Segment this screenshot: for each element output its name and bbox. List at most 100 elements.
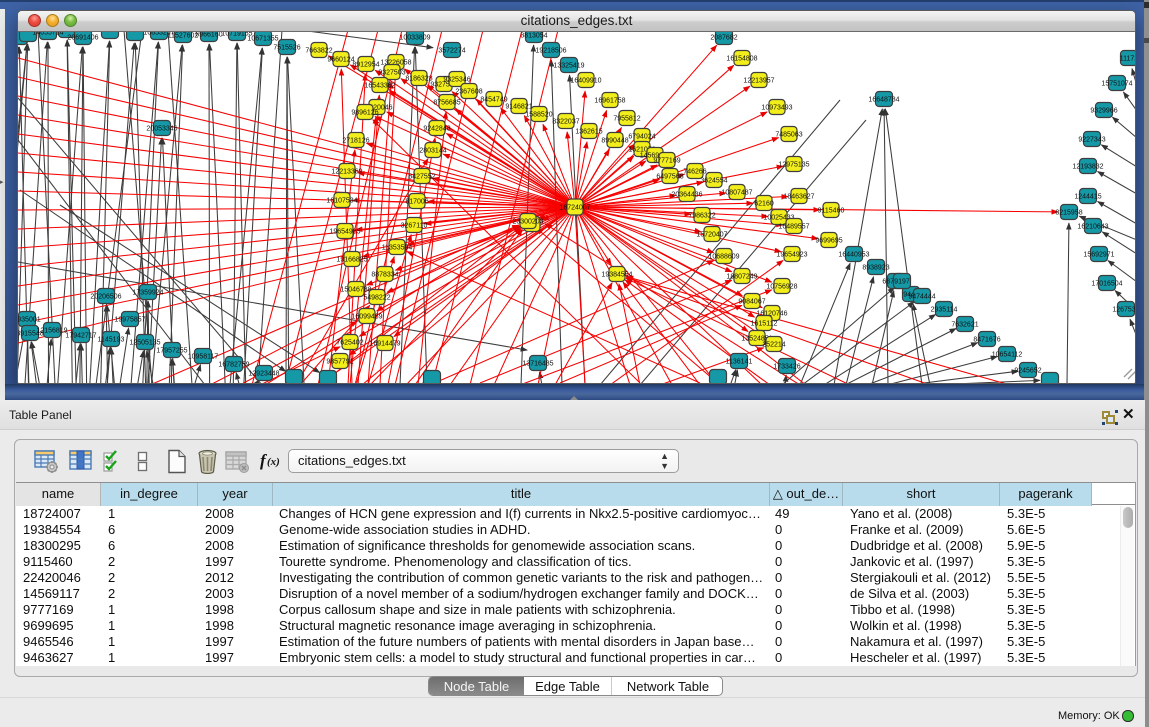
svg-text:6966160: 6966160 (195, 32, 222, 39)
svg-text:19218506: 19218506 (535, 48, 566, 55)
svg-text:20206506: 20206506 (90, 294, 121, 301)
svg-text:5498222: 5498222 (363, 295, 390, 302)
svg-text:8427552: 8427552 (408, 174, 435, 181)
svg-text:2803144: 2803144 (419, 148, 446, 155)
svg-text:7485063: 7485063 (775, 132, 802, 139)
svg-text:9242848: 9242848 (423, 126, 450, 133)
svg-text:9474444: 9474444 (908, 294, 935, 301)
svg-text:7986322: 7986322 (688, 213, 715, 220)
svg-text:10807487: 10807487 (721, 190, 752, 197)
svg-text:2718126: 2718126 (342, 138, 369, 145)
svg-text:11353594: 11353594 (382, 245, 413, 252)
svg-text:1136141: 1136141 (726, 359, 753, 366)
svg-text:11172: 11172 (1120, 56, 1135, 63)
svg-text:252214: 252214 (762, 342, 785, 349)
svg-text:8454749: 8454749 (480, 97, 507, 104)
svg-text:9327503: 9327503 (378, 70, 405, 77)
svg-text:17359924: 17359924 (132, 290, 163, 297)
svg-text:15046788: 15046788 (340, 287, 371, 294)
svg-text:2935114: 2935114 (931, 307, 958, 314)
svg-text:9896126: 9896126 (351, 110, 378, 117)
svg-text:16099489: 16099489 (351, 314, 382, 321)
svg-text:9660124: 9660124 (327, 57, 354, 64)
svg-text:8938923: 8938923 (862, 265, 889, 272)
svg-text:3624554: 3624554 (700, 178, 727, 185)
svg-text:2367608: 2367608 (455, 89, 482, 96)
svg-text:8990448: 8990448 (601, 138, 628, 145)
svg-text:10654112: 10654112 (992, 352, 1023, 359)
svg-text:3572274: 3572274 (438, 48, 465, 55)
svg-text:9857791: 9857791 (326, 359, 353, 366)
svg-text:1145193: 1145193 (98, 337, 125, 344)
svg-text:16210643: 16210643 (1077, 224, 1108, 231)
svg-text:9699695: 9699695 (815, 238, 842, 245)
svg-text:16648784: 16648784 (868, 97, 899, 104)
svg-text:19384554: 19384554 (601, 272, 632, 279)
svg-text:12213369: 12213369 (331, 169, 362, 176)
svg-text:12213957: 12213957 (743, 78, 774, 85)
svg-text:17942717: 17942717 (65, 333, 96, 340)
svg-text:8322037: 8322037 (552, 119, 579, 126)
svg-text:7955812: 7955812 (613, 116, 640, 123)
svg-text:8215958: 8215958 (1055, 210, 1082, 217)
svg-text:23300203: 23300203 (512, 219, 543, 226)
svg-text:20691406: 20691406 (67, 35, 98, 42)
svg-text:7663822: 7663822 (305, 48, 332, 55)
svg-text:14055714: 14055714 (32, 32, 63, 37)
svg-text:8471676: 8471676 (973, 337, 1000, 344)
svg-text:15751074: 15751074 (1101, 81, 1132, 88)
svg-text:12505135: 12505135 (129, 340, 160, 347)
svg-text:19654985: 19654985 (329, 229, 360, 236)
svg-text:15720407: 15720407 (696, 232, 727, 239)
svg-text:746266: 746266 (683, 169, 706, 176)
svg-text:9227343: 9227343 (1078, 137, 1105, 144)
svg-text:10688609: 10688609 (708, 254, 739, 261)
svg-text:6794024: 6794024 (628, 134, 655, 141)
svg-text:62160: 62160 (754, 201, 774, 208)
svg-text:1733426: 1733426 (773, 364, 800, 371)
svg-text:9325346: 9325346 (443, 77, 470, 84)
svg-text:1588520: 1588520 (525, 112, 552, 119)
svg-text:10671355: 10671355 (247, 36, 278, 43)
svg-text:17957255: 17957255 (156, 348, 187, 355)
svg-text:7632621: 7632621 (951, 322, 978, 329)
svg-text:10033809: 10033809 (399, 35, 430, 42)
svg-text:12975135: 12975135 (778, 162, 809, 169)
svg-text:(x): (x) (267, 456, 280, 468)
svg-text:16914479: 16914479 (369, 341, 400, 348)
svg-text:19654923: 19654923 (776, 252, 807, 259)
svg-text:10958117: 10958117 (188, 354, 219, 361)
svg-text:9115460: 9115460 (818, 208, 845, 215)
svg-text:9084067: 9084067 (738, 299, 765, 306)
svg-text:9146821: 9146821 (505, 104, 532, 111)
svg-text:8935001: 8935001 (18, 317, 41, 324)
svg-text:20053346: 20053346 (146, 126, 177, 133)
svg-text:19166825: 19166825 (336, 257, 367, 264)
svg-text:20364436: 20364436 (671, 192, 702, 199)
svg-text:15692971: 15692971 (1083, 252, 1114, 259)
svg-text:8878334: 8878334 (371, 272, 398, 279)
svg-text:16489557: 16489557 (778, 224, 809, 231)
svg-text:11527602: 11527602 (168, 33, 199, 40)
svg-text:9245652: 9245652 (1014, 368, 1041, 375)
svg-text:1244415: 1244415 (1074, 194, 1101, 201)
svg-text:10756928: 10756928 (766, 284, 797, 291)
svg-text:1362615: 1362615 (575, 129, 602, 136)
svg-text:16782759: 16782759 (218, 362, 249, 369)
svg-text:18807249: 18807249 (726, 274, 757, 281)
svg-text:18724007: 18724007 (559, 205, 590, 212)
svg-text:817006: 817006 (405, 199, 428, 206)
svg-text:17016504: 17016504 (1091, 281, 1122, 288)
svg-text:18463627: 18463627 (783, 194, 814, 201)
svg-text:12923448: 12923448 (248, 371, 279, 378)
svg-text:16107534: 16107534 (326, 198, 357, 205)
svg-text:16961758: 16961758 (594, 98, 625, 105)
svg-text:7515526: 7515526 (273, 45, 300, 52)
svg-text:16440953: 16440953 (838, 252, 869, 259)
svg-text:7625402: 7625402 (336, 340, 363, 347)
svg-text:1615112: 1615112 (751, 321, 778, 328)
svg-text:16154808: 16154808 (726, 56, 757, 63)
svg-text:10973493: 10973493 (761, 105, 792, 112)
svg-text:8756685: 8756685 (433, 100, 460, 107)
svg-text:8912954: 8912954 (352, 62, 379, 69)
